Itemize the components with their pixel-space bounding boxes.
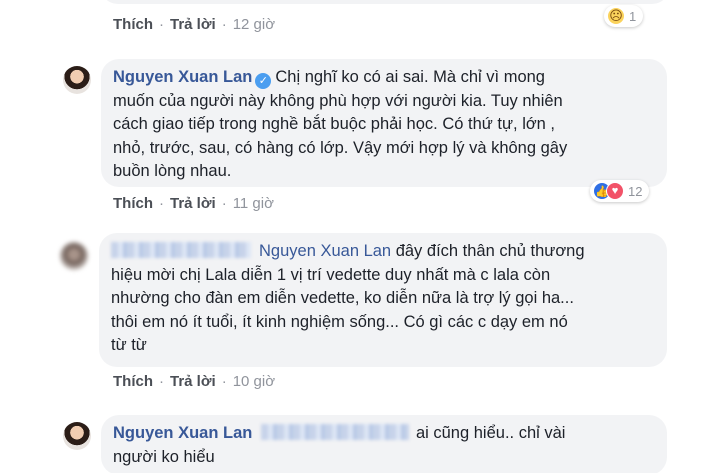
separator: · bbox=[159, 195, 164, 212]
comment-line: người ko hiểu bbox=[113, 447, 215, 466]
verified-badge-icon: ✓ bbox=[255, 73, 272, 89]
comment-text: ai cũng hiểu.. chỉ vài bbox=[415, 424, 566, 442]
comment-actions: Thích · Trả lời · 10 giờ bbox=[113, 373, 275, 390]
previous-comment-bubble-edge bbox=[100, 0, 670, 4]
reply-link[interactable]: Trả lời bbox=[170, 195, 216, 212]
redacted-mention bbox=[260, 424, 409, 440]
comment-line: buồn lòng nhau. bbox=[113, 162, 232, 180]
comment-line: cách giao tiếp trong nghề bắt buộc phải … bbox=[113, 115, 556, 133]
comment-time: 12 giờ bbox=[232, 16, 276, 33]
comment-bubble: Nguyen Xuan Lan đây đích thân chủ thương… bbox=[99, 233, 667, 367]
reaction-count: 1 bbox=[629, 8, 637, 24]
comment-line: Nguyen Xuan Lan ai cũng hiểu.. chỉ vài bbox=[113, 422, 655, 446]
avatar[interactable] bbox=[63, 66, 91, 94]
redacted-name bbox=[111, 242, 251, 258]
author-name[interactable]: Nguyen Xuan Lan bbox=[113, 68, 252, 86]
comment-time: 11 giờ bbox=[232, 195, 274, 212]
comment-line: Nguyen Xuan Lan ✓ Chị nghĩ ko có ai sai. M… bbox=[113, 66, 655, 90]
comment-time: 10 giờ bbox=[232, 373, 276, 390]
reaction-count: 12 bbox=[628, 183, 643, 199]
separator: · bbox=[159, 16, 164, 33]
comment-bubble: Nguyen Xuan Lan ai cũng hiểu.. chỉ vài n… bbox=[101, 415, 667, 473]
comment-actions: Thích · Trả lời · 12 giờ bbox=[113, 16, 275, 33]
reply-link[interactable]: Trả lời bbox=[170, 373, 216, 390]
avatar[interactable] bbox=[60, 242, 88, 270]
avatar[interactable] bbox=[63, 422, 91, 450]
comment-line: hiệu mời chị Lala diễn 1 vị trí vedette … bbox=[111, 265, 551, 284]
author-name[interactable]: Nguyen Xuan Lan bbox=[113, 424, 252, 442]
comment-line: từ từ bbox=[111, 336, 147, 354]
reaction-summary[interactable]: 👍 ♥ 12 bbox=[590, 180, 650, 202]
comment-line: thôi em nó ít tuổi, ít kinh nghiệm sống.… bbox=[111, 312, 568, 331]
separator: · bbox=[159, 373, 164, 390]
comment-line: Nguyen Xuan Lan đây đích thân chủ thương bbox=[111, 240, 655, 264]
mention-tag[interactable]: Nguyen Xuan Lan bbox=[259, 242, 391, 260]
like-link[interactable]: Thích bbox=[113, 16, 153, 33]
sad-face-icon: ☹ bbox=[607, 7, 625, 25]
comment-bubble: Nguyen Xuan Lan ✓ Chị nghĩ ko có ai sai. M… bbox=[101, 59, 667, 187]
separator: · bbox=[221, 373, 227, 390]
comment-line: nhỏ, trước, sau, có hàng có lớp. Vậy mới… bbox=[113, 138, 568, 157]
comment-line: muốn của người này không phù hợp với ngư… bbox=[113, 91, 563, 110]
reaction-summary[interactable]: ☹ 1 bbox=[604, 5, 644, 27]
comment-text: Chị nghĩ ko có ai sai. Mà chỉ vì mong bbox=[275, 68, 545, 86]
comment-actions: Thích · Trả lời · 11 giờ bbox=[113, 195, 274, 212]
love-reaction-icon: ♥ bbox=[606, 182, 624, 200]
like-link[interactable]: Thích bbox=[113, 373, 153, 390]
separator: · bbox=[221, 195, 227, 212]
reply-link[interactable]: Trả lời bbox=[170, 16, 216, 33]
like-link[interactable]: Thích bbox=[113, 195, 153, 212]
comment-text: đây đích thân chủ thương bbox=[395, 242, 585, 260]
comment-line: nhường cho đàn em diễn vedette, ko diễn … bbox=[111, 289, 574, 307]
separator: · bbox=[221, 16, 227, 33]
